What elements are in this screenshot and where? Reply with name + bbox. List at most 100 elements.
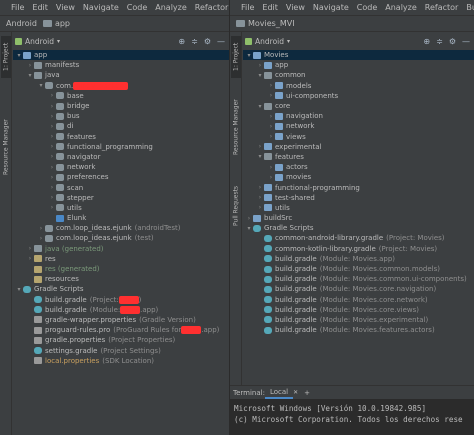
- tree-node[interactable]: build.gradle (Module: name .app): [13, 305, 229, 315]
- expand-arrow-icon[interactable]: ›: [256, 184, 264, 191]
- add-terminal-icon[interactable]: +: [304, 389, 310, 397]
- expand-arrow-icon[interactable]: ▾: [15, 286, 23, 293]
- tree-node[interactable]: local.properties (SDK Location): [13, 356, 229, 366]
- tree-node[interactable]: › navigator: [13, 152, 229, 162]
- tree-node[interactable]: build.gradle (Module: Movies.core.network…: [243, 295, 474, 305]
- hide-icon[interactable]: —: [462, 37, 470, 46]
- menu-file[interactable]: File: [237, 3, 258, 12]
- tree-node[interactable]: gradle.properties (Project Properties): [13, 335, 229, 345]
- expand-arrow-icon[interactable]: ›: [48, 92, 56, 99]
- expand-arrow-icon[interactable]: ▾: [256, 103, 264, 110]
- tree-node[interactable]: ▾ Gradle Scripts: [13, 284, 229, 294]
- menu-analyze[interactable]: Analyze: [151, 3, 191, 12]
- breadcrumb-project[interactable]: Movies_MVI: [248, 19, 295, 28]
- chevron-down-icon[interactable]: ▾: [287, 38, 290, 45]
- tree-node[interactable]: build.gradle (Module: Movies.app): [243, 254, 474, 264]
- tree-node[interactable]: ▾ common: [243, 70, 474, 80]
- tree-node[interactable]: › base: [13, 91, 229, 101]
- tree-node[interactable]: ▾ app: [13, 50, 229, 61]
- expand-arrow-icon[interactable]: ›: [267, 82, 275, 89]
- gear-icon[interactable]: ⚙: [449, 37, 456, 46]
- tree-node[interactable]: ▾ Gradle Scripts: [243, 223, 474, 233]
- expand-arrow-icon[interactable]: ›: [26, 245, 34, 252]
- tree-node[interactable]: › experimental: [243, 142, 474, 152]
- menu-code[interactable]: Code: [353, 3, 381, 12]
- tree-node[interactable]: › bridge: [13, 101, 229, 111]
- tree-node[interactable]: › com.loop_ideas.ejunk (test): [13, 233, 229, 243]
- tree-node[interactable]: › test-shared: [243, 193, 474, 203]
- expand-arrow-icon[interactable]: ›: [267, 123, 275, 130]
- expand-arrow-icon[interactable]: ▾: [26, 72, 34, 79]
- terminal-output[interactable]: Microsoft Windows [Versión 10.0.19842.98…: [230, 399, 474, 429]
- expand-arrow-icon[interactable]: ›: [26, 62, 34, 69]
- expand-arrow-icon[interactable]: ›: [267, 164, 275, 171]
- expand-arrow-icon[interactable]: ›: [245, 215, 253, 222]
- expand-arrow-icon[interactable]: ›: [267, 113, 275, 120]
- chevron-down-icon[interactable]: ▾: [57, 38, 60, 45]
- tree-node[interactable]: proguard-rules.pro (ProGuard Rules for na…: [13, 325, 229, 335]
- expand-arrow-icon[interactable]: ›: [48, 103, 56, 110]
- expand-arrow-icon[interactable]: ›: [256, 143, 264, 150]
- tree-node[interactable]: › stepper: [13, 193, 229, 203]
- tree-node[interactable]: build.gradle (Module: Movies.common.ui-co…: [243, 274, 474, 284]
- tree-node[interactable]: Elunk: [13, 213, 229, 223]
- breadcrumb-project[interactable]: Android: [6, 19, 37, 28]
- menu-view[interactable]: View: [282, 3, 309, 12]
- tree-node[interactable]: › bus: [13, 111, 229, 121]
- breadcrumb-module[interactable]: app: [55, 19, 70, 28]
- tree-node[interactable]: ▾ Movies: [243, 50, 474, 61]
- expand-arrow-icon[interactable]: ▾: [15, 52, 23, 59]
- expand-arrow-icon[interactable]: ›: [48, 174, 56, 181]
- expand-arrow-icon[interactable]: ▾: [37, 82, 45, 89]
- view-selector[interactable]: Android: [255, 37, 284, 46]
- tree-node[interactable]: › features: [13, 132, 229, 142]
- expand-arrow-icon[interactable]: ›: [48, 164, 56, 171]
- tree-node[interactable]: › functional-programming: [243, 182, 474, 192]
- menu-edit[interactable]: Edit: [258, 3, 282, 12]
- menu-code[interactable]: Code: [123, 3, 151, 12]
- collapse-all-icon[interactable]: ≑: [436, 37, 443, 46]
- tree-node[interactable]: resources: [13, 274, 229, 284]
- tab-pull-requests[interactable]: Pull Requests: [231, 182, 241, 230]
- tree-node[interactable]: › manifests: [13, 60, 229, 70]
- expand-arrow-icon[interactable]: ›: [48, 204, 56, 211]
- tab-project[interactable]: 1: Project: [231, 36, 241, 78]
- tab-resource-manager[interactable]: Resource Manager: [1, 112, 11, 182]
- expand-arrow-icon[interactable]: ›: [256, 194, 264, 201]
- menu-analyze[interactable]: Analyze: [381, 3, 421, 12]
- expand-arrow-icon[interactable]: ›: [48, 194, 56, 201]
- expand-arrow-icon[interactable]: ›: [37, 225, 45, 232]
- expand-arrow-icon[interactable]: ›: [26, 255, 34, 262]
- menu-navigate[interactable]: Navigate: [79, 3, 123, 12]
- menu-build[interactable]: Build: [462, 3, 474, 12]
- menu-edit[interactable]: Edit: [28, 3, 52, 12]
- expand-arrow-icon[interactable]: ▾: [245, 52, 253, 59]
- expand-arrow-icon[interactable]: ▾: [256, 153, 264, 160]
- tree-node[interactable]: › utils: [243, 203, 474, 213]
- tree-node[interactable]: ▾ features: [243, 152, 474, 162]
- tree-node[interactable]: ▾ com. thingy_package: [13, 81, 229, 91]
- expand-arrow-icon[interactable]: ›: [267, 174, 275, 181]
- expand-arrow-icon[interactable]: ›: [48, 113, 56, 120]
- tree-node[interactable]: › network: [13, 162, 229, 172]
- tree-node[interactable]: build.gradle (Module: Movies.core.views): [243, 305, 474, 315]
- tree-node[interactable]: build.gradle (Module: Movies.experimental…: [243, 315, 474, 325]
- tree-node[interactable]: › scan: [13, 182, 229, 192]
- view-selector[interactable]: Android: [25, 37, 54, 46]
- tree-node[interactable]: › preferences: [13, 172, 229, 182]
- tree-node[interactable]: res (generated): [13, 264, 229, 274]
- locate-icon[interactable]: ⊕: [178, 37, 185, 46]
- menu-refactor[interactable]: Refactor: [421, 3, 463, 12]
- expand-arrow-icon[interactable]: ›: [48, 143, 56, 150]
- menu-refactor[interactable]: Refactor: [191, 3, 229, 12]
- tree-node[interactable]: › buildSrc: [243, 213, 474, 223]
- tree-node[interactable]: common-kotlin-library.gradle (Project: Mo…: [243, 244, 474, 254]
- tree-node[interactable]: › movies: [243, 172, 474, 182]
- tree-node[interactable]: ▾ java: [13, 70, 229, 80]
- tree-node[interactable]: gradle-wrapper.properties (Gradle Version…: [13, 315, 229, 325]
- collapse-all-icon[interactable]: ≑: [191, 37, 198, 46]
- tree-node[interactable]: build.gradle (Module: Movies.features.act…: [243, 325, 474, 335]
- tree-node[interactable]: settings.gradle (Project Settings): [13, 345, 229, 355]
- hide-icon[interactable]: —: [217, 37, 225, 46]
- tree-node[interactable]: common-android-library.gradle (Project: M…: [243, 233, 474, 243]
